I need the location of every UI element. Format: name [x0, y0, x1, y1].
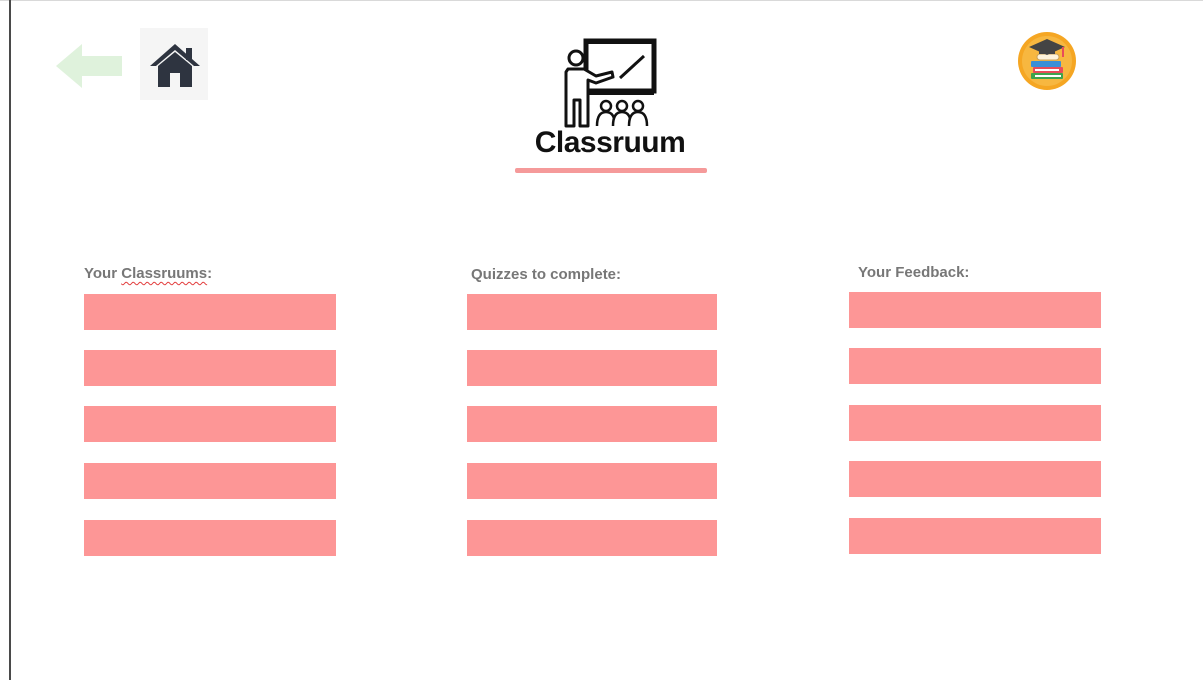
classroom-item[interactable]: [84, 520, 336, 556]
classroom-item[interactable]: [84, 406, 336, 442]
feedback-item[interactable]: [849, 405, 1101, 441]
page-title: Classruum: [534, 126, 686, 159]
quiz-item[interactable]: [467, 294, 717, 330]
feedback-item[interactable]: [849, 348, 1101, 384]
profile-button[interactable]: [1017, 31, 1077, 91]
window-top-border: [0, 0, 1203, 1]
classroom-item[interactable]: [84, 350, 336, 386]
feedback-item[interactable]: [849, 518, 1101, 554]
feedback-label: Your Feedback:: [858, 264, 970, 281]
feedback-item[interactable]: [849, 461, 1101, 497]
your-classrooms-label: Your Classruums:: [84, 265, 212, 282]
teacher-blackboard-icon: [564, 38, 657, 128]
feedback-item[interactable]: [849, 292, 1101, 328]
label-misspelled-word: Classruums: [121, 265, 208, 282]
back-button[interactable]: [52, 40, 126, 92]
label-suffix: :: [207, 265, 213, 282]
quizzes-label: Quizzes to complete:: [471, 266, 622, 283]
quiz-item[interactable]: [467, 350, 717, 386]
title-underline: [515, 168, 707, 173]
label-prefix: Your: [84, 265, 122, 282]
home-button[interactable]: [140, 28, 208, 100]
window-left-border: [9, 0, 11, 680]
quiz-item[interactable]: [467, 463, 717, 499]
back-arrow-icon: [56, 44, 122, 88]
classroom-logo: [540, 36, 680, 136]
graduation-books-icon: [1018, 32, 1076, 90]
classroom-item[interactable]: [84, 463, 336, 499]
quiz-item[interactable]: [467, 406, 717, 442]
home-icon: [150, 44, 200, 87]
classroom-item[interactable]: [84, 294, 336, 330]
quiz-item[interactable]: [467, 520, 717, 556]
